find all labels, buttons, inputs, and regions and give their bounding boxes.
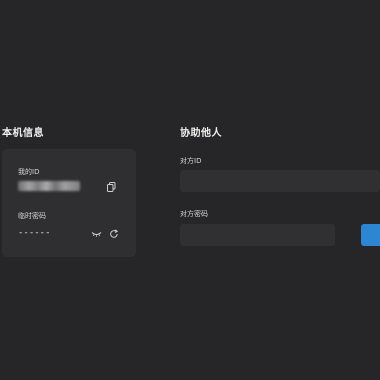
- local-info-title: 本机信息: [2, 128, 44, 139]
- copy-icon: [106, 182, 115, 192]
- toggle-password-visibility-button[interactable]: [90, 228, 102, 240]
- copy-id-button[interactable]: [105, 181, 117, 193]
- peer-password-label: 对方密码: [180, 210, 208, 218]
- local-info-card: 我的ID 临时密码 ------: [2, 149, 136, 257]
- my-id-value: [18, 181, 80, 191]
- eye-closed-icon: [91, 232, 101, 237]
- connect-button[interactable]: [361, 224, 380, 246]
- peer-id-label: 对方ID: [180, 157, 202, 165]
- refresh-password-button[interactable]: [108, 228, 120, 240]
- my-id-label: 我的ID: [18, 168, 40, 176]
- refresh-icon: [110, 229, 119, 238]
- peer-password-input[interactable]: [180, 224, 335, 246]
- page: 本机信息 我的ID 临时密码 ------ 协助他人 对方ID 对方密码: [0, 0, 380, 380]
- temp-password-label: 临时密码: [18, 212, 46, 220]
- temp-password-value: ------: [18, 228, 51, 238]
- help-others-title: 协助他人: [180, 128, 222, 139]
- peer-id-input[interactable]: [180, 170, 380, 192]
